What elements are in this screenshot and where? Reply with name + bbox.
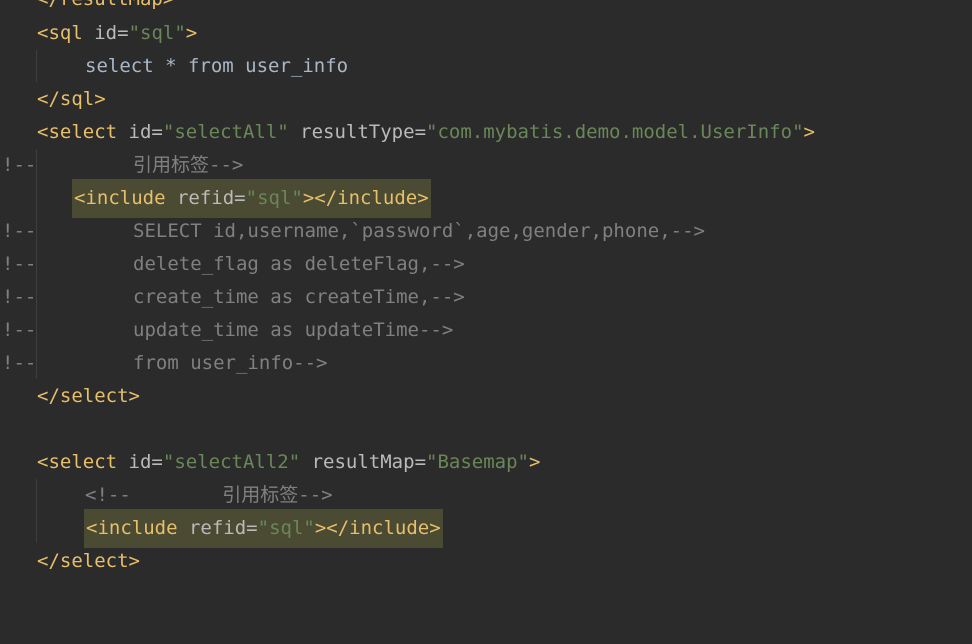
tag-open: <sql: [37, 22, 83, 44]
comment-marker: !--: [2, 253, 37, 275]
comment-text: delete_flag as deleteFlag,-->: [133, 253, 465, 275]
code-line: <select id="selectAll2" resultMap="Basem…: [37, 451, 541, 473]
code-line: !-- 引用标签-->: [0, 149, 972, 182]
comment-text: SELECT id,username,`password`,age,gender…: [133, 220, 705, 242]
comment-text: from user_info-->: [133, 352, 328, 374]
comment-marker: !--: [2, 286, 37, 308]
code-line: !-- SELECT id,username,`password`,age,ge…: [0, 215, 972, 248]
comment-marker: !--: [2, 319, 37, 341]
code-line: !-- update_time as updateTime-->: [0, 314, 972, 347]
code-line: </select>: [0, 380, 972, 413]
closing-tag: </sql>: [37, 88, 106, 110]
attribute-value: "selectAll": [162, 121, 289, 143]
code-line: <include refid="sql"></include>: [0, 179, 972, 218]
code-line: !-- delete_flag as deleteFlag,-->: [0, 248, 972, 281]
code-line: </select>: [0, 545, 972, 578]
attribute-name: id: [128, 121, 152, 143]
tag-open: <select: [37, 451, 118, 473]
include-element-highlighted[interactable]: <include refid="sql"></include>: [84, 509, 443, 548]
closing-tag: </select>: [37, 550, 140, 572]
tag-open: <select: [37, 121, 118, 143]
attribute-name: resultMap: [311, 451, 415, 473]
comment-marker: !--: [2, 154, 37, 176]
comment-text: <!-- 引用标签-->: [85, 484, 333, 506]
attribute-value: "sql": [128, 22, 186, 44]
comment-text: 引用标签-->: [133, 154, 244, 176]
comment-marker: !--: [2, 352, 37, 374]
closing-tag: </resultMap>: [37, 0, 174, 16]
include-element-highlighted[interactable]: <include refid="sql"></include>: [72, 179, 431, 218]
code-line: </sql>: [0, 83, 972, 116]
code-line: !-- create_time as createTime,-->: [0, 281, 972, 314]
attribute-value: "com.mybatis.demo.model.UserInfo": [426, 121, 804, 143]
comment-text: create_time as createTime,-->: [133, 286, 465, 308]
code-line: <select id="selectAll" resultType="com.m…: [37, 121, 815, 143]
attribute-name: resultType: [300, 121, 415, 143]
attribute-name: id: [128, 451, 152, 473]
attribute-value: "selectAll2": [162, 451, 301, 473]
closing-tag: </select>: [37, 385, 140, 407]
code-line: <include refid="sql"></include>: [0, 509, 972, 548]
code-line: select * from user_info: [0, 50, 972, 83]
code-line: </resultMap>: [0, 0, 972, 16]
code-line: <!-- 引用标签-->: [0, 479, 972, 512]
code-line: !-- from user_info-->: [0, 347, 972, 380]
comment-text: update_time as updateTime-->: [133, 319, 454, 341]
attribute-value: "Basemap": [426, 451, 529, 473]
sql-text: select * from user_info: [85, 55, 349, 77]
comment-marker: !--: [2, 220, 37, 242]
code-line: <sql id="sql">: [37, 22, 198, 44]
code-editor[interactable]: </resultMap> <sql id="sql"> select * fro…: [0, 0, 972, 572]
attribute-name: id: [94, 22, 118, 44]
